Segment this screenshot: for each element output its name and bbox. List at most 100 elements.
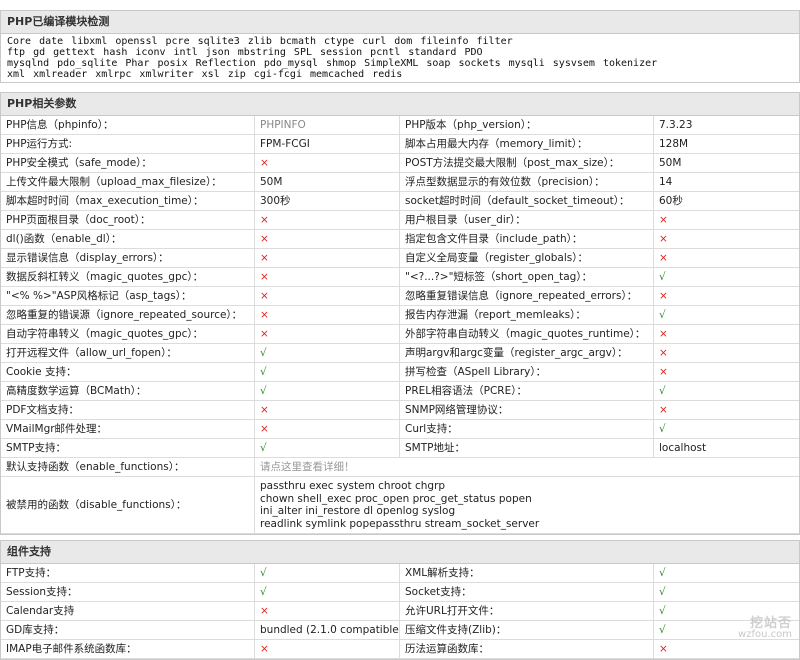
param-label: VMailMgr邮件处理： [1, 419, 255, 439]
param-value: × [653, 229, 799, 249]
param-label: POST方法提交最大限制（post_max_size）： [399, 153, 654, 173]
table-row: Calendar支持 × 允许URL打开文件： √ [1, 601, 799, 621]
param-label: socket超时时间（default_socket_timeout）： [399, 191, 654, 211]
param-value: √ [254, 362, 400, 382]
param-value: √ [653, 305, 799, 325]
param-value[interactable]: PHPINFO [254, 116, 400, 135]
param-label: 拼写检查（ASpell Library）： [399, 362, 654, 382]
components-panel: 组件支持 FTP支持： √ XML解析支持： √ Session支持： √ Socket支持… [0, 540, 800, 660]
table-row: PHP信息（phpinfo）： PHPINFO PHP版本（php_version）… [1, 116, 799, 135]
param-label: PHP安全模式（safe_mode）： [1, 153, 255, 173]
param-value: √ [653, 267, 799, 287]
table-row: GD库支持： bundled (2.1.0 compatible) 压缩文件支持(Z… [1, 620, 799, 640]
param-label: GD库支持： [1, 620, 255, 640]
params-title: PHP相关参数 [1, 93, 799, 116]
param-value: √ [653, 582, 799, 602]
watermark-url: wzfou.com [738, 629, 792, 640]
param-label: 外部字符串自动转义（magic_quotes_runtime）： [399, 324, 654, 344]
param-value: × [254, 419, 400, 439]
param-value: √ [653, 564, 799, 583]
param-value: 128M [653, 134, 799, 154]
param-value: √ [254, 343, 400, 363]
param-value: × [653, 248, 799, 268]
param-value: 300秒 [254, 191, 400, 211]
param-label: PHP版本（php_version）： [399, 116, 654, 135]
param-label: 脚本超时时间（max_execution_time）： [1, 191, 255, 211]
param-value: × [254, 248, 400, 268]
param-value: × [254, 601, 400, 621]
param-value: 7.3.23 [653, 116, 799, 135]
table-row: 显示错误信息（display_errors）： × 自定义全局变量（register… [1, 248, 799, 268]
param-value: localhost [653, 438, 799, 458]
param-label: SMTP地址： [399, 438, 654, 458]
param-label: 上传文件最大限制（upload_max_filesize）： [1, 172, 255, 192]
disabled-functions-line: readlink symlink popepassthru stream_soc… [260, 517, 540, 530]
param-label: 用户根目录（user_dir）： [399, 210, 654, 230]
enable-functions-link[interactable]: 请点这里查看详细！ [254, 457, 799, 477]
param-label: 打开远程文件（allow_url_fopen）： [1, 343, 255, 363]
table-row: 默认支持函数（enable_functions）： 请点这里查看详细！ [1, 457, 799, 477]
param-value: √ [254, 582, 400, 602]
table-row: 自动字符串转义（magic_quotes_gpc）： × 外部字符串自动转义（mag… [1, 324, 799, 344]
table-row: PHP页面根目录（doc_root）： × 用户根目录（user_dir）： × [1, 210, 799, 230]
modules-line: Core date libxml openssl pcre sqlite3 zl… [7, 36, 513, 47]
watermark-text: 挖站否 [749, 616, 792, 631]
table-row: 忽略重复的错误源（ignore_repeated_source）： × 报告内存泄漏… [1, 305, 799, 325]
param-value: × [254, 324, 400, 344]
table-row: 脚本超时时间（max_execution_time）： 300秒 socket超时时… [1, 191, 799, 211]
param-value: × [653, 210, 799, 230]
param-value: √ [254, 564, 400, 583]
table-row: PHP安全模式（safe_mode）： × POST方法提交最大限制（post_ma… [1, 153, 799, 173]
table-row: 打开远程文件（allow_url_fopen）： √ 声明argv和argc变量（r… [1, 343, 799, 363]
param-value: 50M [254, 172, 400, 192]
disabled-functions-line: passthru exec system chroot chgrp [260, 480, 446, 492]
param-label: SNMP网络管理协议： [399, 400, 654, 420]
components-table: FTP支持： √ XML解析支持： √ Session支持： √ Socket支持： √ Cal… [1, 564, 799, 659]
disabled-functions-line: ini_alter ini_restore dl openlog syslog [260, 505, 456, 517]
param-label: Calendar支持 [1, 601, 255, 621]
modules-line: xml xmlreader xmlrpc xmlwriter xsl zip c… [7, 69, 403, 80]
param-label: 浮点型数据显示的有效位数（precision）： [399, 172, 654, 192]
param-value: √ [653, 381, 799, 401]
param-value: × [254, 639, 400, 659]
param-label: 忽略重复错误信息（ignore_repeated_errors）： [399, 286, 654, 306]
param-value: × [254, 267, 400, 287]
param-value: √ [653, 419, 799, 439]
param-label: 报告内存泄漏（report_memleaks）： [399, 305, 654, 325]
param-label: IMAP电子邮件系统函数库： [1, 639, 255, 659]
table-row: Session支持： √ Socket支持： √ [1, 582, 799, 602]
table-row: FTP支持： √ XML解析支持： √ [1, 564, 799, 583]
param-label: Session支持： [1, 582, 255, 602]
param-label: 忽略重复的错误源（ignore_repeated_source）： [1, 305, 255, 325]
disabled-functions-line: chown shell_exec proc_open proc_get_stat… [260, 492, 532, 505]
param-label: "<% %>"ASP风格标记（asp_tags）： [1, 286, 255, 306]
disable-functions-label: 被禁用的函数（disable_functions）： [1, 476, 255, 534]
param-value: 50M [653, 153, 799, 173]
param-label: PHP信息（phpinfo）： [1, 116, 255, 135]
param-value: bundled (2.1.0 compatible) [254, 620, 400, 640]
disable-functions-list: passthru exec system chroot chgrp chown … [254, 476, 799, 534]
table-row: 数据反斜杠转义（magic_quotes_gpc）： × "<?...?>"短标签（… [1, 267, 799, 287]
param-label: XML解析支持： [399, 564, 654, 583]
param-label: SMTP支持： [1, 438, 255, 458]
param-label: 允许URL打开文件： [399, 601, 654, 621]
table-row: SMTP支持： √ SMTP地址： localhost [1, 438, 799, 458]
param-value: × [653, 400, 799, 420]
param-value: √ [254, 381, 400, 401]
param-label: 声明argv和argc变量（register_argc_argv）： [399, 343, 654, 363]
param-label: 自定义全局变量（register_globals）： [399, 248, 654, 268]
param-value: 60秒 [653, 191, 799, 211]
modules-line: ftp gd gettext hash iconv intl json mbst… [7, 47, 483, 58]
param-label: 压缩文件支持(Zlib)： [399, 620, 654, 640]
param-label: dl()函数（enable_dl）： [1, 229, 255, 249]
modules-line: mysqlnd pdo_sqlite Phar posix Reflection… [7, 58, 658, 69]
param-value: × [653, 286, 799, 306]
modules-title: PHP已编译模块检测 [1, 11, 799, 34]
param-label: 脚本占用最大内存（memory_limit）： [399, 134, 654, 154]
param-label: 数据反斜杠转义（magic_quotes_gpc）： [1, 267, 255, 287]
table-row: 高精度数学运算（BCMath）： √ PREL相容语法（PCRE）： √ [1, 381, 799, 401]
watermark-logo: 挖站否 wzfou.com [738, 616, 792, 640]
param-value: × [653, 343, 799, 363]
table-row: VMailMgr邮件处理： × Curl支持： √ [1, 419, 799, 439]
param-label: 历法运算函数库： [399, 639, 654, 659]
